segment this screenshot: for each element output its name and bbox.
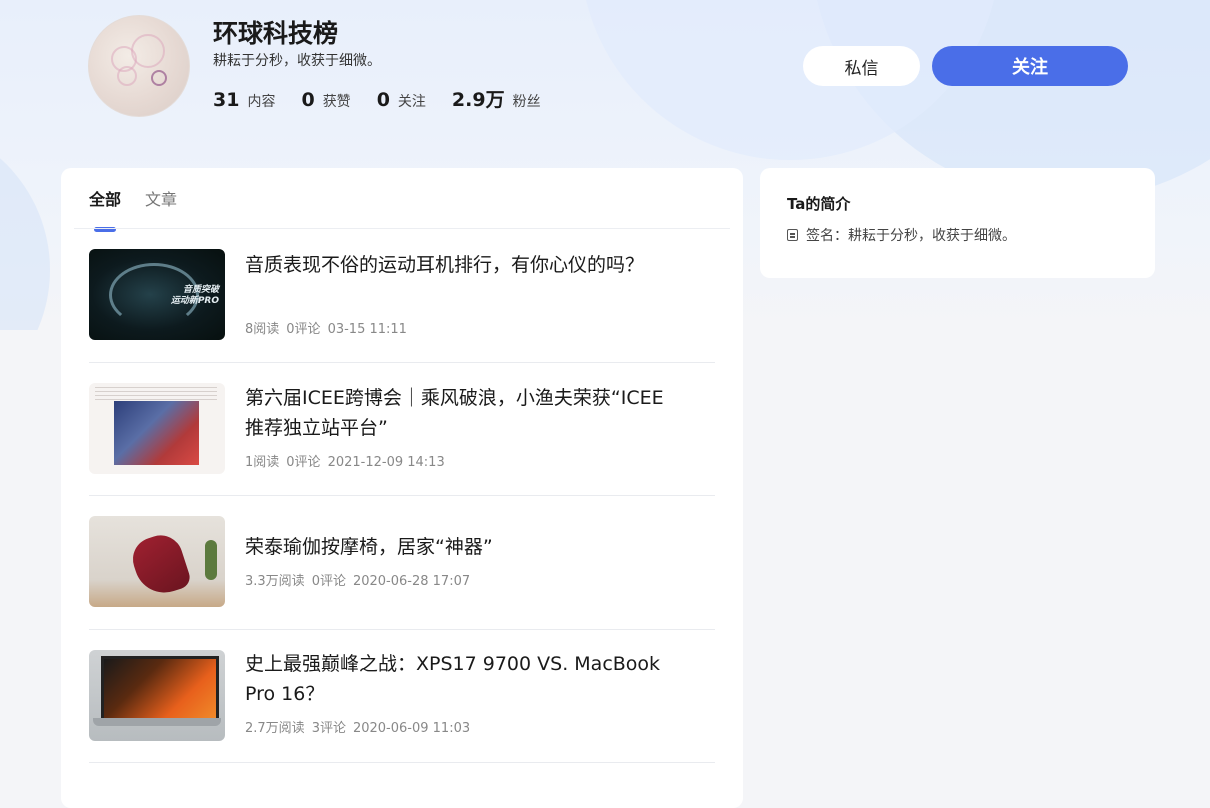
tab-articles[interactable]: 文章 [145, 186, 177, 220]
comment-count: 0评论 [286, 455, 321, 470]
intro-title: Ta的简介 [787, 195, 851, 213]
article-item[interactable]: 史上最强巅峰之战：XPS17 9700 VS. MacBook Pro 16？ … [89, 630, 715, 763]
doc-icon [787, 229, 798, 241]
read-count: 8阅读 [245, 322, 280, 337]
article-title[interactable]: 荣泰瑜伽按摩椅，居家“神器” [245, 532, 665, 562]
article-title[interactable]: 音质表现不俗的运动耳机排行，有你心仪的吗？ [245, 250, 665, 280]
stat-label: 粉丝 [512, 94, 541, 110]
signature-value: 耕耘于分秒，收获于细微。 [848, 228, 1016, 244]
article-item[interactable]: 音质突破 运动新PRO 音质表现不俗的运动耳机排行，有你心仪的吗？ 8阅读 0评论… [89, 230, 715, 363]
profile-header: 环球科技榜 耕耘于分秒，收获于细微。 31 内容 0 获赞 0 关注 2.9万 … [0, 0, 1210, 130]
article-title[interactable]: 史上最强巅峰之战：XPS17 9700 VS. MacBook Pro 16？ [245, 649, 665, 709]
stat-likes: 0 获赞 [301, 89, 350, 111]
article-meta: 1阅读 0评论 2021-12-09 14:13 [245, 451, 452, 470]
laptop-screen-graphic [101, 656, 219, 722]
thumbnail-photo [114, 401, 199, 465]
content-tabs: 全部 文章 [89, 186, 201, 220]
article-item[interactable]: 第六届ICEE跨博会｜乘风破浪，小渔夫荣获“ICEE推荐独立站平台” 1阅读 0评… [89, 363, 715, 496]
message-button[interactable]: 私信 [803, 46, 920, 86]
article-thumbnail[interactable]: 音质突破 运动新PRO [89, 249, 225, 340]
background-decoration [0, 120, 50, 330]
follow-button[interactable]: 关注 [932, 46, 1128, 86]
comment-count: 0评论 [286, 322, 321, 337]
profile-name: 环球科技榜 [213, 19, 339, 48]
article-item[interactable]: 荣泰瑜伽按摩椅，居家“神器” 3.3万阅读 0评论 2020-06-28 17:07 [89, 496, 715, 630]
thumbnail-text-lines [95, 387, 217, 401]
stat-number: 0 [301, 89, 315, 111]
stat-followers[interactable]: 2.9万 粉丝 [452, 85, 541, 112]
tab-all[interactable]: 全部 [89, 186, 121, 220]
stat-number: 0 [376, 89, 390, 111]
stat-following[interactable]: 0 关注 [377, 89, 426, 111]
plant-graphic [205, 540, 217, 580]
comment-count: 3评论 [311, 721, 346, 736]
profile-signature: 耕耘于分秒，收获于细微。 [213, 53, 381, 69]
stat-number: 31 [213, 89, 240, 111]
article-meta: 3.3万阅读 0评论 2020-06-28 17:07 [245, 570, 477, 589]
stat-label: 获赞 [322, 94, 351, 110]
article-thumbnail[interactable] [89, 383, 225, 474]
article-list-card: 全部 文章 音质突破 运动新PRO 音质表现不俗的运动耳机排行，有你心仪的吗？ … [61, 168, 743, 808]
avatar[interactable] [88, 15, 190, 117]
publish-date: 2020-06-28 17:07 [352, 574, 471, 589]
thumbnail-caption: 音质突破 运动新PRO [170, 285, 219, 306]
read-count: 2.7万阅读 [245, 721, 305, 736]
intro-signature: 签名： 耕耘于分秒，收获于细微。 [787, 225, 1016, 245]
article-thumbnail[interactable] [89, 516, 225, 607]
read-count: 3.3万阅读 [245, 574, 305, 589]
tabs-divider [74, 228, 730, 229]
publish-date: 2020-06-09 11:03 [352, 721, 471, 736]
massage-chair-graphic [127, 529, 193, 601]
stat-content[interactable]: 31 内容 [213, 89, 275, 111]
publish-date: 03-15 11:11 [327, 322, 407, 337]
article-meta: 2.7万阅读 3评论 2020-06-09 11:03 [245, 717, 477, 736]
read-count: 1阅读 [245, 455, 280, 470]
laptop-base-graphic [93, 718, 221, 726]
signature-label: 签名： [806, 228, 848, 244]
stat-label: 内容 [247, 94, 276, 110]
profile-stats: 31 内容 0 获赞 0 关注 2.9万 粉丝 [213, 85, 567, 112]
article-title[interactable]: 第六届ICEE跨博会｜乘风破浪，小渔夫荣获“ICEE推荐独立站平台” [245, 383, 665, 443]
intro-card: Ta的简介 签名： 耕耘于分秒，收获于细微。 [760, 168, 1155, 278]
article-meta: 8阅读 0评论 03-15 11:11 [245, 318, 414, 337]
publish-date: 2021-12-09 14:13 [327, 455, 445, 470]
article-thumbnail[interactable] [89, 650, 225, 741]
stat-label: 关注 [397, 94, 426, 110]
stat-number: 2.9万 [451, 89, 505, 111]
comment-count: 0评论 [311, 574, 346, 589]
